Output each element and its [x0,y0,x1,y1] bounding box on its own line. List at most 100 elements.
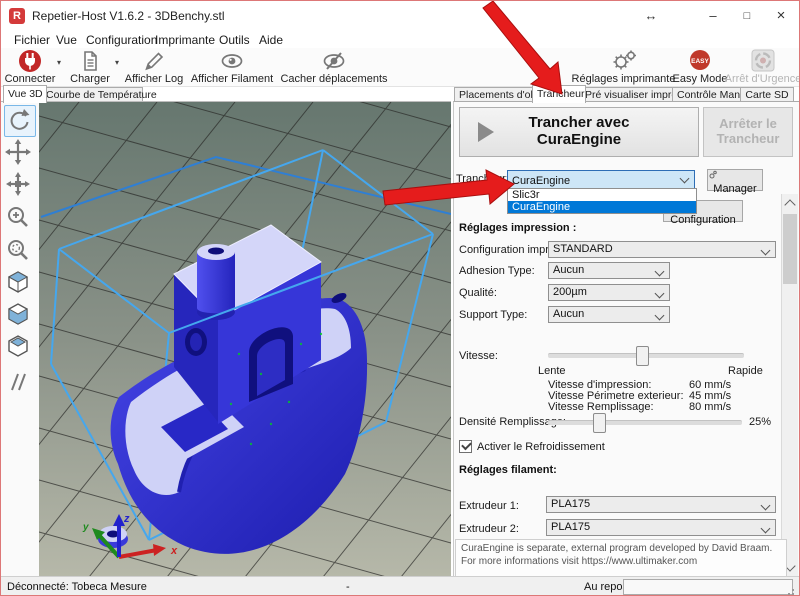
cabin-round-window-inner [190,333,202,351]
tab-vue-3d[interactable]: Vue 3D [3,85,47,103]
manager-button[interactable]: Manager [707,169,763,195]
tab-trancheur[interactable]: Trancheur [532,85,586,103]
front-view-button[interactable] [4,300,34,330]
eye-slash-icon [321,49,347,73]
menu-outils[interactable]: Outils [219,33,250,47]
infill-density-slider-thumb[interactable] [593,413,606,433]
zoom-in-button[interactable] [4,203,34,233]
slicer-label: Trancheur: [456,173,509,185]
resize-icon[interactable]: ↔ [634,1,668,31]
title-bar: R Repetier-Host V1.6.2 - 3DBenchy.stl ↔ … [1,1,799,31]
status-center-dash: - [346,581,350,593]
parallel-projection-button[interactable] [4,368,34,398]
support-value: Aucun [553,308,585,320]
z-axis-label: z [123,513,130,525]
speed-slow-label: Lente [538,365,566,377]
print-config-combobox[interactable]: STANDARD [548,241,776,258]
infill-density-value: 25% [749,416,772,428]
tab-controle-manuel[interactable]: Contrôle Manuel [672,87,754,102]
menu-configuration[interactable]: Configuration [86,33,157,47]
hide-travel-button[interactable]: Cacher déplacements [279,48,389,86]
configuration-button-label: Configuration [670,214,736,226]
print-config-value: STANDARD [553,243,613,255]
progress-bar [623,579,793,595]
tab-placements-objets[interactable]: Placements d'objets [454,87,553,102]
easy-badge-icon: EASY [687,49,713,73]
extruder1-value: PLA175 [551,498,591,510]
scroll-up-icon[interactable] [784,199,796,211]
menu-imprimante[interactable]: Imprimante [155,33,215,47]
show-log-button[interactable]: Afficher Log [123,48,185,86]
chevron-down-icon [760,245,771,256]
tab-previsualiser-impression[interactable]: Pré visualiser impression [580,87,702,102]
stop-button-line2: Trancheur [716,131,780,146]
adhesion-label: Adhesion Type: [459,265,535,277]
resize-grip[interactable] [792,589,794,591]
extruder2-combobox[interactable]: PLA175 [546,519,776,536]
quality-combobox[interactable]: 200µm [548,284,670,301]
curaengine-info-text: CuraEngine is separate, external program… [455,539,787,580]
panel-scrollbar[interactable] [781,194,798,576]
manager-button-label: Manager [713,183,757,195]
support-combobox[interactable]: Aucun [548,306,670,323]
gear-icon [709,170,717,179]
emergency-stop-button[interactable]: Arrêt d'Urgence [725,48,799,86]
slice-button[interactable]: Trancher avec CuraEngine [459,107,699,157]
slicer-combobox[interactable]: CuraEngine [507,170,695,189]
document-icon [78,49,102,73]
extruder1-combobox[interactable]: PLA175 [546,496,776,513]
x-axis-label: x [170,545,178,557]
adhesion-combobox[interactable]: Aucun [548,262,670,279]
easy-mode-button[interactable]: EASY Easy Mode [672,48,728,86]
cooling-label: Activer le Refroidissement [477,441,605,453]
cooling-checkbox[interactable] [459,439,472,453]
isometric-view-button[interactable] [4,268,34,298]
tab-carte-sd[interactable]: Carte SD [740,87,794,102]
chimney-hole [208,247,224,255]
top-view-button[interactable] [4,332,34,362]
dropdown-option-curaengine[interactable]: CuraEngine [508,201,696,213]
load-caret-icon[interactable]: ▾ [115,58,119,67]
extruder2-value: PLA175 [551,521,591,533]
quality-value: 200µm [553,286,587,298]
load-button[interactable]: Charger [65,48,115,86]
close-button[interactable]: × [764,1,798,31]
stop-slicer-button[interactable]: Arrêter le Trancheur [703,107,793,157]
menu-bar: Fichier Vue Configuration Imprimante Out… [1,31,799,48]
pencil-icon [142,49,166,73]
dropdown-option-slic3r[interactable]: Slic3r [508,189,696,201]
plug-icon [18,49,42,73]
move-view-button[interactable] [4,138,34,168]
show-filament-button[interactable]: Afficher Filament [189,48,275,86]
connect-button[interactable]: Connecter [3,48,57,86]
check-icon [461,439,472,451]
move-object-button[interactable] [4,170,34,200]
menu-fichier[interactable]: Fichier [14,33,50,47]
maximize-button[interactable]: □ [730,1,764,31]
emergency-icon [750,49,776,73]
extruder2-label: Extrudeur 2: [459,523,519,535]
chevron-down-icon [654,266,665,277]
viewport-3d[interactable]: x y z [39,101,451,577]
filament-settings-heading: Réglages filament: [459,464,557,476]
scrollbar-thumb[interactable] [783,214,797,284]
eye-icon [219,49,245,73]
menu-aide[interactable]: Aide [259,33,283,47]
rotate-view-button[interactable] [4,105,36,137]
infill-speed-label: Vitesse Remplissage: [548,401,654,413]
easy-badge-text: EASY [691,58,709,65]
view-tool-column [1,101,40,577]
infill-density-slider[interactable] [548,413,742,433]
menu-vue[interactable]: Vue [56,33,77,47]
speed-slider-thumb[interactable] [636,346,649,366]
connect-caret-icon[interactable]: ▾ [57,58,61,67]
printer-settings-button[interactable]: Réglages imprimante [571,48,676,86]
support-label: Support Type: [459,309,528,321]
speed-fast-label: Rapide [728,365,763,377]
speed-slider[interactable] [548,346,744,366]
minimize-button[interactable]: – [696,1,730,31]
zoom-fit-button[interactable] [4,236,34,266]
window-title: Repetier-Host V1.6.2 - 3DBenchy.stl [32,9,225,23]
speed-label: Vitesse: [459,350,498,362]
tab-courbe-temperature[interactable]: Courbe de Température [41,87,157,102]
